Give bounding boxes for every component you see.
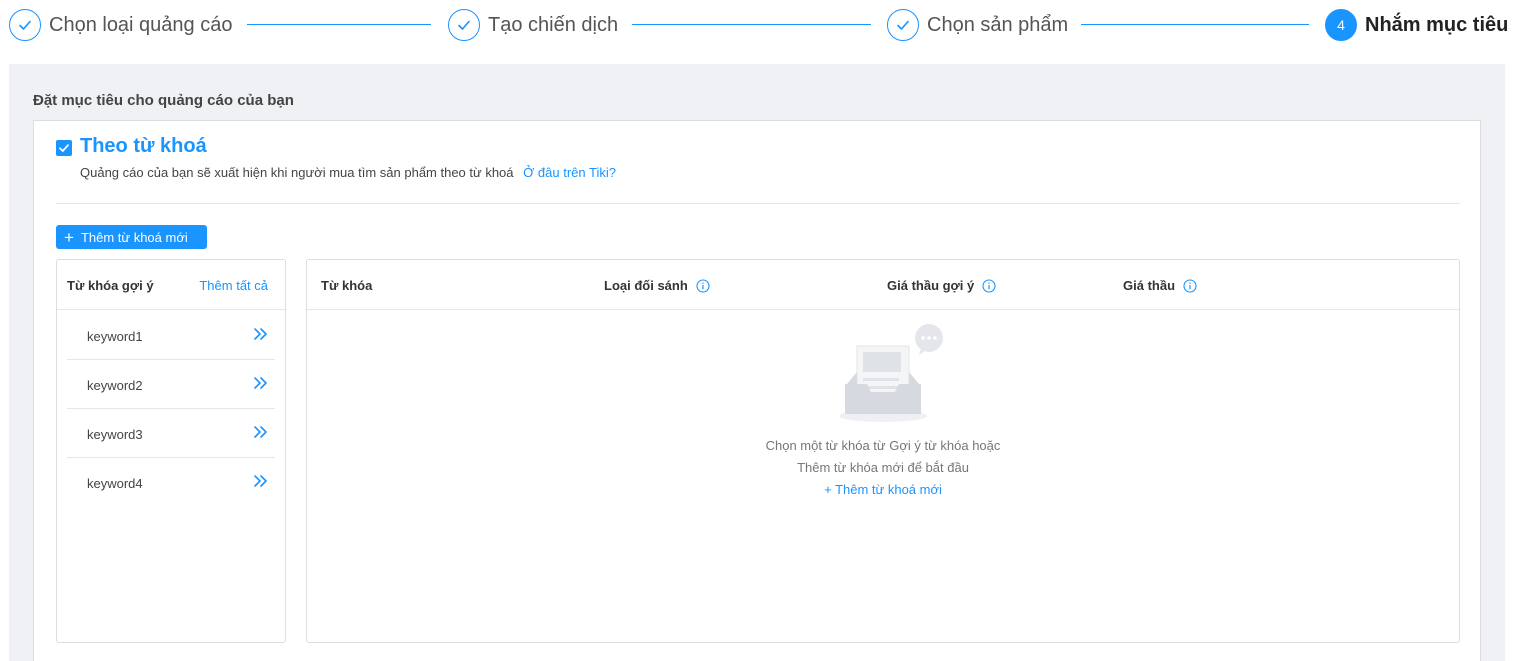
double-chevron-right-icon[interactable] [251, 325, 269, 343]
step-connector [632, 24, 871, 25]
double-chevron-right-icon[interactable] [251, 374, 269, 392]
column-keyword: Từ khóa [321, 278, 372, 293]
suggestion-label: keyword3 [87, 427, 143, 442]
table-header: Từ khóa Loại đối sánh Giá thầu gợi ý Giá… [307, 260, 1459, 310]
suggestion-label: keyword2 [87, 378, 143, 393]
column-label: Giá thầu [1123, 278, 1176, 293]
column-label: Từ khóa [321, 278, 373, 293]
check-circle-icon [887, 9, 919, 41]
suggestion-item[interactable]: keyword2 [67, 360, 275, 409]
step-targeting[interactable]: 4 Nhắm mục tiêu [1325, 8, 1508, 42]
suggestion-label: keyword4 [87, 476, 143, 491]
suggestion-item[interactable]: keyword1 [67, 311, 275, 360]
panel-title: Đặt mục tiêu cho quảng cáo của bạn [33, 92, 294, 109]
suggestion-item[interactable]: keyword4 [67, 458, 275, 507]
keyword-checkbox[interactable] [56, 140, 72, 156]
keyword-section-title: Theo từ khoá [80, 135, 207, 157]
targeting-panel: Đặt mục tiêu cho quảng cáo của bạn Theo … [9, 64, 1505, 661]
empty-message-line2: Thêm từ khóa mới để bắt đầu [797, 460, 969, 475]
keyword-card: Theo từ khoá Quảng cáo của bạn sẽ xuất h… [33, 120, 1481, 661]
column-label: Giá thầu gợi ý [887, 278, 975, 293]
step-connector [1081, 24, 1309, 25]
keyword-section-description: Quảng cáo của bạn sẽ xuất hiện khi người… [80, 165, 616, 180]
suggestion-item[interactable]: keyword3 [67, 409, 275, 458]
step-label: Nhắm mục tiêu [1365, 13, 1509, 36]
step-create-campaign[interactable]: Tạo chiến dịch [448, 8, 618, 42]
step-connector [247, 24, 431, 25]
suggestions-header: Từ khóa gợi ý Thêm tất cả [57, 260, 285, 310]
step-choose-ad-type[interactable]: Chọn loại quảng cáo [9, 8, 232, 42]
column-suggested-bid: Giá thầu gợi ý [887, 278, 996, 293]
help-link[interactable]: Ở đâu trên Tiki? [523, 165, 616, 180]
info-icon[interactable] [1183, 278, 1197, 293]
step-number-badge: 4 [1325, 9, 1357, 41]
keyword-suggestions-panel: Từ khóa gợi ý Thêm tất cả keyword1 keywo… [56, 259, 286, 643]
add-all-link[interactable]: Thêm tất cả [199, 278, 268, 293]
step-label: Chọn sản phẩm [927, 13, 1069, 36]
double-chevron-right-icon[interactable] [251, 472, 269, 490]
suggestion-label: keyword1 [87, 329, 143, 344]
add-keyword-label: Thêm từ khoá mới [80, 229, 188, 245]
column-match-type: Loại đối sánh [604, 278, 710, 293]
empty-message-line1: Chọn một từ khóa từ Gợi ý từ khóa hoặc [765, 438, 1001, 453]
selected-keywords-table: Từ khóa Loại đối sánh Giá thầu gợi ý Giá… [306, 259, 1460, 643]
empty-add-keyword-link[interactable]: + Thêm từ khoá mới [307, 482, 1459, 497]
stepper: Chọn loại quảng cáo Tạo chiến dịch Chọn … [0, 0, 1517, 50]
column-label: Loại đối sánh [604, 278, 688, 293]
empty-inbox-icon [839, 324, 943, 422]
add-keyword-button[interactable]: + Thêm từ khoá mới [56, 225, 207, 249]
column-bid: Giá thầu [1123, 278, 1197, 293]
step-label: Tạo chiến dịch [488, 13, 619, 36]
plus-icon: + [64, 227, 74, 247]
description-text: Quảng cáo của bạn sẽ xuất hiện khi người… [80, 165, 514, 180]
check-circle-icon [448, 9, 480, 41]
check-circle-icon [9, 9, 41, 41]
step-label: Chọn loại quảng cáo [49, 13, 233, 36]
checkmark-icon [59, 144, 69, 152]
info-icon[interactable] [982, 278, 996, 293]
suggestions-title: Từ khóa gợi ý [67, 278, 154, 293]
info-icon[interactable] [696, 278, 710, 293]
step-choose-product[interactable]: Chọn sản phẩm [887, 8, 1068, 42]
double-chevron-right-icon[interactable] [251, 423, 269, 441]
divider [56, 203, 1460, 204]
